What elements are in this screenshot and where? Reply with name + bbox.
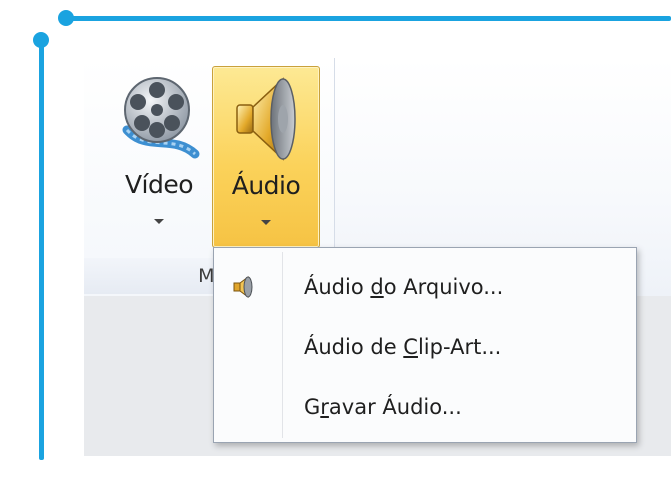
menu-item-label: Áudio de Clip-Art... — [304, 335, 502, 359]
speaker-small-icon — [233, 276, 253, 298]
menu-item-audio-clip-art[interactable]: Áudio de Clip-Art... — [216, 320, 634, 374]
video-button[interactable]: Vídeo — [104, 66, 214, 246]
menu-item-record-audio[interactable]: Gravar Áudio... — [216, 380, 634, 434]
menu-item-label: Áudio do Arquivo... — [304, 275, 504, 299]
callout-dot-left — [33, 32, 49, 48]
audio-button-label: Áudio — [231, 171, 301, 200]
menu-item-label: Gravar Áudio... — [304, 395, 462, 419]
menu-item-audio-from-file[interactable]: Áudio do Arquivo... — [216, 260, 634, 314]
chevron-down-icon — [154, 219, 164, 224]
audio-dropdown-menu: Áudio do Arquivo... Áudio de Clip-Art...… — [213, 247, 637, 443]
film-reel-icon — [122, 77, 200, 159]
chevron-down-icon — [261, 220, 271, 225]
callout-line-vertical — [39, 40, 44, 460]
video-button-label: Vídeo — [124, 170, 194, 199]
callout-line-horizontal — [66, 16, 671, 21]
speaker-icon — [236, 77, 296, 161]
audio-button[interactable]: Áudio — [212, 66, 320, 248]
callout-dot-top — [58, 10, 74, 26]
